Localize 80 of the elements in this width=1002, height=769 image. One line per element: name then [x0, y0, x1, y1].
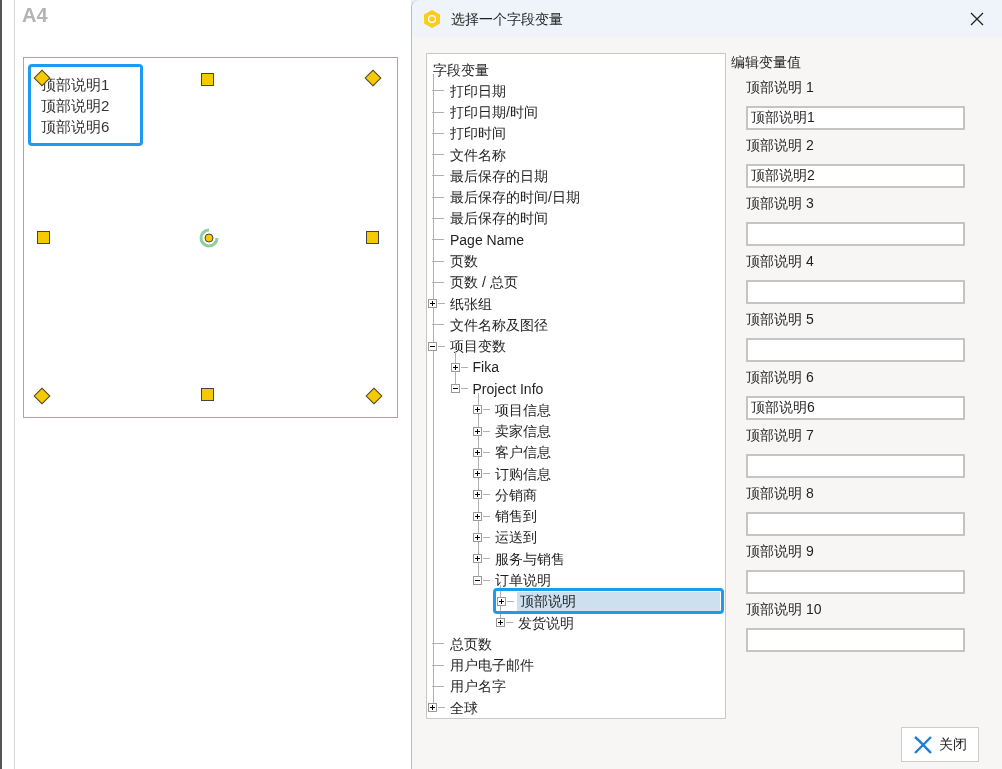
tree-item[interactable]: 总页数 — [428, 633, 492, 655]
tree-item[interactable]: 用户名字 — [428, 675, 506, 697]
expand-icon[interactable] — [473, 469, 482, 479]
cross-icon — [913, 735, 933, 754]
close-button[interactable]: 关闭 — [901, 727, 979, 762]
tree-item[interactable]: 运送到 — [473, 526, 537, 549]
expand-icon[interactable] — [473, 405, 482, 415]
tree-item[interactable]: 订购信息 — [473, 463, 551, 485]
tree-item[interactable]: Fika — [450, 356, 499, 378]
input-field[interactable] — [746, 570, 965, 594]
field-label: 顶部说明 10 — [746, 600, 823, 619]
rotate-handle-icon[interactable] — [199, 228, 219, 248]
input-field[interactable] — [746, 628, 965, 652]
field-label: 顶部说明 9 — [746, 542, 815, 561]
collapse-icon[interactable] — [473, 575, 482, 585]
collapse-icon[interactable] — [428, 341, 437, 351]
field-label: 顶部说明 6 — [746, 368, 815, 387]
app-icon — [423, 9, 441, 29]
tree-item[interactable]: 打印日期/时间 — [428, 101, 538, 123]
resize-handle[interactable] — [201, 73, 214, 86]
tree-item[interactable]: 客户信息 — [473, 441, 551, 464]
input-field[interactable] — [746, 512, 965, 536]
tree-item[interactable]: 分销商 — [473, 484, 537, 506]
tree-item[interactable]: 项目变数 — [428, 335, 506, 357]
tree-item[interactable]: 卖家信息 — [473, 420, 551, 442]
tree-item[interactable]: 用户电子邮件 — [428, 654, 534, 676]
tree-item[interactable]: 页数 — [428, 250, 478, 272]
tree-item[interactable]: 文件名称及图径 — [428, 314, 548, 336]
input-field[interactable]: 顶部说明2 — [746, 164, 965, 188]
expand-icon[interactable] — [473, 426, 482, 436]
tree-item[interactable]: 服务与销售 — [473, 548, 565, 570]
tree-item[interactable]: 打印日期 — [428, 80, 506, 102]
tree-item[interactable]: Page Name — [428, 229, 524, 251]
input-field[interactable] — [746, 280, 965, 304]
tree-item[interactable]: 打印时间 — [428, 122, 506, 145]
expand-icon[interactable] — [495, 618, 505, 628]
text-line: 顶部说明2 — [41, 96, 111, 116]
field-label: 顶部说明 8 — [746, 484, 815, 503]
tree-item[interactable]: 字段变量 — [433, 60, 489, 79]
expand-icon[interactable] — [473, 511, 482, 521]
resize-handle[interactable] — [37, 231, 50, 244]
tree-item[interactable]: 顶部说明 — [492, 588, 724, 615]
tree-item[interactable]: 文件名称 — [428, 144, 506, 166]
expand-icon[interactable] — [496, 596, 506, 606]
tree-item[interactable]: 纸张组 — [428, 292, 492, 315]
expand-icon[interactable] — [450, 362, 460, 372]
close-icon[interactable] — [970, 12, 984, 26]
tree-item[interactable]: 全球 — [428, 696, 478, 719]
page-size-label: A4 — [22, 3, 48, 28]
input-field[interactable]: 顶部说明1 — [746, 106, 965, 130]
expand-icon[interactable] — [473, 490, 482, 500]
field-label: 顶部说明 3 — [746, 194, 815, 213]
tree-item[interactable]: 订单说明 — [473, 569, 551, 591]
resize-handle[interactable] — [201, 388, 214, 401]
expand-icon[interactable] — [473, 554, 482, 564]
tree-item[interactable]: 最后保存的日期 — [428, 165, 548, 187]
tree-item[interactable]: 项目信息 — [473, 399, 551, 421]
expand-icon[interactable] — [473, 532, 482, 542]
expand-icon[interactable] — [473, 447, 482, 457]
expand-icon[interactable] — [428, 299, 437, 309]
expand-icon[interactable] — [428, 703, 437, 713]
field-label: 顶部说明 5 — [746, 310, 815, 329]
input-field[interactable] — [746, 338, 965, 362]
resize-handle[interactable] — [366, 231, 379, 244]
text-line: 顶部说明6 — [41, 117, 111, 137]
field-label: 顶部说明 2 — [746, 136, 815, 155]
tree-item[interactable]: 销售到 — [473, 505, 537, 527]
field-label: 顶部说明 4 — [746, 252, 815, 271]
input-field[interactable] — [746, 454, 965, 478]
collapse-icon[interactable] — [450, 384, 460, 394]
input-field[interactable]: 顶部说明6 — [746, 396, 965, 420]
field-label: 顶部说明 7 — [746, 426, 815, 445]
window-title: 选择一个字段变量 — [451, 9, 564, 29]
tree-item[interactable]: 页数 / 总页 — [428, 271, 518, 293]
tree-item[interactable]: Project Info — [450, 378, 544, 400]
tree-item[interactable]: 最后保存的时间/日期 — [428, 186, 580, 208]
tree-item[interactable]: 最后保存的时间 — [428, 207, 548, 230]
section-heading: 编辑变量值 — [731, 54, 802, 70]
input-field[interactable] — [746, 222, 965, 246]
field-label: 顶部说明 1 — [746, 78, 815, 97]
